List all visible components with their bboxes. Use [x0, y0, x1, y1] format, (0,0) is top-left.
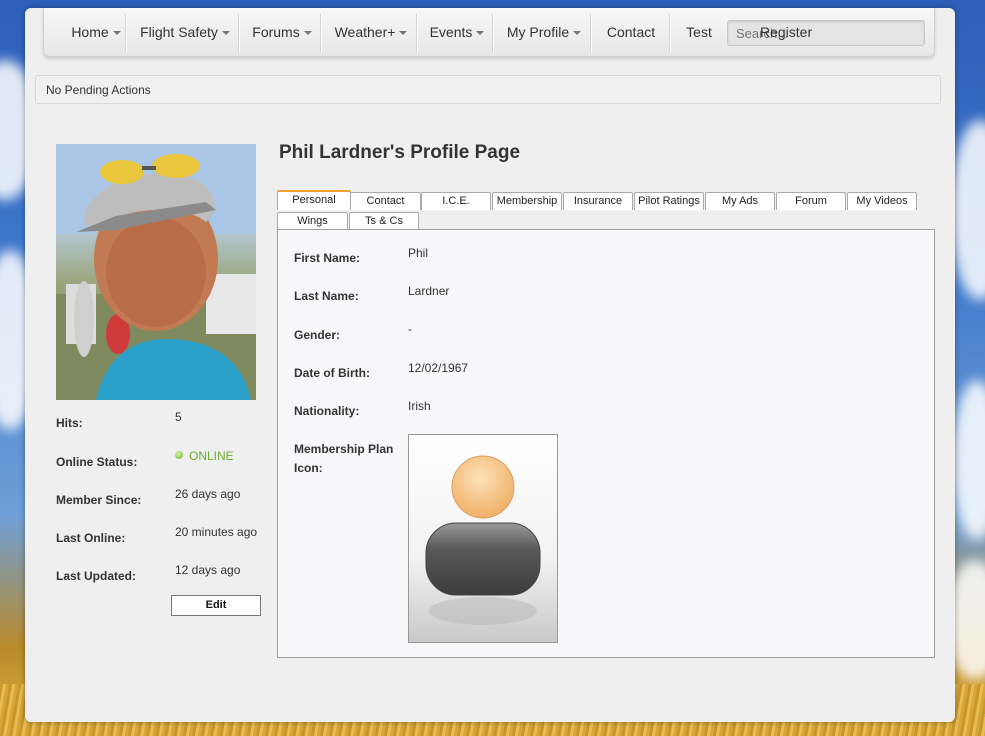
- nav-divider: [492, 14, 494, 52]
- page-title: Phil Lardner's Profile Page: [279, 142, 521, 163]
- field-label-first-name: First Name:: [294, 251, 361, 265]
- main-navbar: Home Flight Safety Forums Weather+ Event…: [43, 8, 935, 57]
- nav-label: Weather+: [334, 24, 396, 40]
- register-link[interactable]: Register: [760, 8, 812, 56]
- stat-label-last-updated: Last Updated:: [56, 569, 137, 583]
- profile-avatar: [56, 144, 256, 400]
- field-label-date-of-birth: Date of Birth:: [294, 366, 370, 380]
- nav-weather[interactable]: Weather+: [326, 8, 416, 56]
- nav-label: Events: [429, 24, 473, 40]
- chevron-down-icon: [476, 31, 485, 36]
- chevron-down-icon: [112, 31, 121, 36]
- nav-label: Contact: [606, 24, 656, 40]
- tab-insurance[interactable]: Insurance: [563, 192, 633, 210]
- stat-value-last-updated: 12 days ago: [175, 563, 241, 577]
- nav-forums[interactable]: Forums: [244, 8, 320, 56]
- stat-label-hits: Hits:: [56, 416, 83, 430]
- chevron-down-icon: [573, 31, 582, 36]
- nav-home[interactable]: Home: [66, 8, 126, 56]
- stat-value-member-since: 26 days ago: [175, 487, 241, 501]
- stat-value-hits: 5: [175, 410, 182, 424]
- pending-actions-text: No Pending Actions: [46, 83, 151, 97]
- tab-my-ads[interactable]: My Ads: [705, 192, 775, 210]
- field-label-last-name: Last Name:: [294, 289, 359, 303]
- pending-actions-bar: No Pending Actions: [35, 75, 941, 104]
- tab-membership[interactable]: Membership: [492, 192, 562, 210]
- stat-label-member-since: Member Since:: [56, 493, 142, 507]
- search-box: [727, 20, 925, 46]
- online-status-text: ONLINE: [189, 449, 234, 463]
- nav-divider: [590, 14, 592, 52]
- chevron-down-icon: [303, 31, 312, 36]
- nav-divider: [320, 14, 322, 52]
- edit-profile-button[interactable]: Edit: [171, 595, 261, 616]
- tab-contact[interactable]: Contact: [350, 192, 421, 210]
- nav-label: Test: [686, 24, 712, 40]
- tab-pilot-ratings[interactable]: Pilot Ratings: [634, 192, 704, 210]
- nav-events[interactable]: Events: [422, 8, 492, 56]
- field-value-first-name: Phil: [408, 246, 429, 260]
- nav-label: Flight Safety: [140, 24, 218, 40]
- stat-label-online-status: Online Status:: [56, 455, 138, 469]
- cloud: [950, 120, 985, 300]
- stat-label-last-online: Last Online:: [56, 531, 126, 545]
- field-label-membership-plan-icon: Membership Plan Icon:: [294, 442, 394, 475]
- nav-divider: [125, 14, 127, 52]
- page-container: Home Flight Safety Forums Weather+ Event…: [25, 8, 955, 722]
- tab-ice[interactable]: I.C.E.: [421, 192, 491, 210]
- nav-my-profile[interactable]: My Profile: [498, 8, 590, 56]
- tab-ts-cs[interactable]: Ts & Cs: [349, 212, 419, 230]
- profile-photo-image: [56, 144, 256, 400]
- nav-flight-safety[interactable]: Flight Safety: [132, 8, 238, 56]
- nav-label: My Profile: [506, 24, 570, 40]
- nav-divider: [669, 14, 671, 52]
- field-value-date-of-birth: 12/02/1967: [408, 361, 469, 375]
- field-value-nationality: Irish: [408, 399, 431, 413]
- tab-wings[interactable]: Wings: [277, 212, 348, 230]
- personal-tab-panel: First Name: Phil Last Name: Lardner Gend…: [277, 229, 935, 658]
- nav-test[interactable]: Test: [675, 8, 723, 56]
- nav-label: Forums: [252, 24, 300, 40]
- chevron-down-icon: [399, 31, 408, 36]
- field-label-gender: Gender:: [294, 328, 341, 342]
- field-label-nationality: Nationality:: [294, 404, 360, 418]
- tab-my-videos[interactable]: My Videos: [847, 192, 917, 210]
- tab-forum[interactable]: Forum: [776, 192, 846, 210]
- chevron-down-icon: [221, 31, 230, 36]
- field-value-last-name: Lardner: [408, 284, 450, 298]
- cloud: [952, 380, 985, 540]
- nav-divider: [416, 14, 418, 52]
- stat-value-online-status: ONLINE: [175, 449, 234, 463]
- nav-label: Home: [71, 24, 109, 40]
- tab-personal[interactable]: Personal: [277, 190, 351, 210]
- nav-divider: [238, 14, 240, 52]
- user-silhouette-icon: [425, 455, 541, 625]
- nav-contact[interactable]: Contact: [596, 8, 666, 56]
- stat-value-last-online: 20 minutes ago: [175, 525, 258, 539]
- online-indicator-icon: [175, 451, 183, 459]
- field-value-gender: -: [408, 322, 412, 336]
- search-input[interactable]: [728, 21, 924, 45]
- membership-plan-icon: [408, 434, 558, 643]
